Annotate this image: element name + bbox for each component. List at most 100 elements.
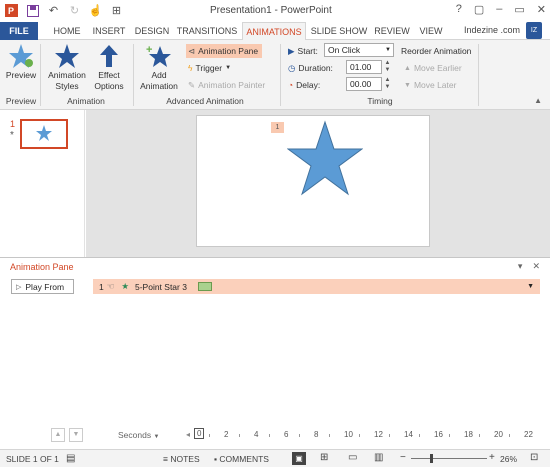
title-bar: P ↶ ↻ ☝ ⊞ Presentation1 - PowerPoint ? ▢… (0, 0, 550, 22)
tab-slide-show[interactable]: SLIDE SHOW (310, 22, 368, 40)
slide-thumbnails-panel: 1 * (0, 110, 85, 257)
tab-animations[interactable]: ANIMATIONS (242, 22, 306, 41)
quick-access-toolbar: P ↶ ↻ ☝ ⊞ (4, 3, 124, 18)
timeline-tick: 20 (494, 430, 503, 439)
pane-close-icon[interactable]: ✕ (532, 261, 540, 272)
painter-icon: ✎ (188, 79, 196, 90)
seconds-menu[interactable]: Seconds ▼ (118, 430, 159, 440)
timeline-ruler[interactable]: 0 2 4 6 8 10 12 14 16 18 20 22 (194, 428, 534, 442)
timeline-tick: 8 (314, 430, 319, 439)
user-name[interactable]: Indezine .com (464, 25, 520, 35)
group-divider (40, 44, 41, 106)
comments-label: COMMENTS (219, 454, 269, 464)
animation-pane-button[interactable]: ⊲ Animation Pane (186, 44, 263, 58)
close-button[interactable]: ✕ (537, 3, 546, 16)
touch-mode-icon[interactable]: ☝ (88, 3, 103, 18)
delay-label: Delay: (296, 80, 321, 90)
delay-field[interactable]: 00.00 (346, 77, 382, 91)
slide-editor: 1 (86, 110, 550, 257)
chevron-down-icon: ▼ (385, 47, 391, 53)
zoom-out-icon[interactable]: − (400, 452, 406, 463)
tab-transitions[interactable]: TRANSITIONS (174, 22, 240, 40)
svg-text:P: P (8, 6, 14, 16)
trigger-button[interactable]: ϟ Trigger ▼ (188, 61, 231, 75)
customize-qat-icon[interactable]: ⊞ (109, 3, 124, 18)
group-preview-label: Preview (5, 96, 37, 106)
thumb-animation-marker: * (10, 130, 14, 141)
timeline-tick: 18 (464, 430, 473, 439)
timeline-minor-tick (449, 434, 450, 437)
preview-icon (9, 44, 33, 68)
comments-icon: ▪ (214, 454, 218, 464)
slide-sorter-icon[interactable]: ⊞ (320, 452, 328, 463)
duration-field[interactable]: 01.00 (346, 60, 382, 74)
animation-styles-button[interactable]: Animation Styles (44, 43, 90, 92)
play-from-label: Play From (25, 281, 65, 292)
move-later-button[interactable]: ▼ Move Later (404, 78, 456, 92)
notes-button[interactable]: ≡ NOTES (163, 454, 200, 464)
move-earlier-label: Move Earlier (413, 63, 462, 73)
play-icon: ▷ (16, 283, 22, 291)
minimize-button[interactable]: – (496, 3, 502, 16)
tab-insert[interactable]: INSERT (88, 22, 130, 40)
tab-file[interactable]: FILE (0, 22, 38, 40)
zoom-level[interactable]: 26% (500, 454, 517, 464)
star-shape[interactable] (287, 120, 363, 196)
timeline-minor-tick (359, 434, 360, 437)
preview-button[interactable]: Preview (4, 43, 38, 81)
animation-tag[interactable]: 1 (271, 122, 284, 133)
user-avatar[interactable]: IZ (526, 22, 542, 39)
animation-item-number: 1 (99, 281, 104, 292)
normal-view-icon[interactable]: ▣ (292, 452, 306, 465)
delay-spinner[interactable]: ▲ ▼ (383, 77, 392, 91)
play-from-button[interactable]: ▷ Play From (11, 279, 74, 294)
zoom-in-icon[interactable]: + (489, 452, 495, 463)
fit-slide-icon[interactable]: ⊡ (530, 452, 538, 463)
start-select[interactable]: On Click ▼ (324, 43, 394, 57)
spelling-icon[interactable]: ▤ (66, 453, 75, 464)
help-icon[interactable]: ? (456, 3, 462, 16)
ribbon: Preview Preview Animation Styles Effect … (0, 40, 550, 110)
move-up-button[interactable]: ▲ (51, 428, 65, 442)
animation-painter-button[interactable]: ✎ Animation Painter (188, 78, 265, 92)
timing-bar[interactable] (197, 282, 212, 291)
move-down-button[interactable]: ▼ (69, 428, 83, 442)
timeline-bar: ▲ ▼ Seconds ▼ ◂ 0 2 4 6 8 10 12 14 16 18 20 22 (0, 425, 550, 449)
tab-review[interactable]: REVIEW (372, 22, 412, 40)
lightning-icon: ϟ (188, 63, 193, 73)
clock-icon: ◷ (288, 62, 296, 73)
redo-icon[interactable]: ↻ (67, 3, 82, 18)
comments-button[interactable]: ▪ COMMENTS (214, 454, 269, 464)
tab-design[interactable]: DESIGN (132, 22, 172, 40)
ribbon-display-icon[interactable]: ▢ (474, 3, 484, 16)
slide-canvas[interactable]: 1 (196, 115, 430, 247)
save-icon[interactable] (25, 3, 40, 18)
effect-options-button[interactable]: Effect Options (90, 43, 128, 92)
zoom-slider[interactable] (411, 458, 487, 459)
star-icon (55, 44, 79, 68)
tab-view[interactable]: VIEW (416, 22, 446, 40)
tab-home[interactable]: HOME (48, 22, 86, 40)
timeline-minor-tick (479, 434, 480, 437)
collapse-ribbon-icon[interactable]: ▲ (534, 96, 542, 105)
move-earlier-button[interactable]: ▲ Move Earlier (404, 61, 462, 75)
timeline-scroll-left-icon[interactable]: ◂ (186, 430, 190, 439)
animation-list-item[interactable]: 1 ☜ ★ 5-Point Star 3 ▼ (93, 279, 540, 294)
reading-view-icon[interactable]: ▭ (348, 452, 357, 463)
slide-thumbnail[interactable] (20, 119, 68, 149)
item-dropdown-icon[interactable]: ▼ (527, 283, 534, 290)
down-arrow-icon: ▼ (404, 81, 411, 89)
start-value: On Click (328, 45, 361, 55)
duration-spinner[interactable]: ▲ ▼ (383, 60, 392, 74)
zoom-slider-thumb[interactable] (430, 454, 433, 463)
group-divider (478, 44, 479, 106)
thumb-star-icon (36, 125, 52, 141)
maximize-button[interactable]: ▭ (514, 3, 524, 16)
notes-label: NOTES (170, 454, 200, 464)
add-animation-button[interactable]: + Add Animation (136, 43, 182, 92)
slideshow-icon[interactable]: ▥ (374, 452, 383, 463)
undo-icon[interactable]: ↶ (46, 3, 61, 18)
chevron-down-icon: ▼ (153, 434, 160, 440)
pane-options-icon[interactable]: ▾ (518, 261, 523, 272)
preview-label: Preview (5, 70, 37, 80)
